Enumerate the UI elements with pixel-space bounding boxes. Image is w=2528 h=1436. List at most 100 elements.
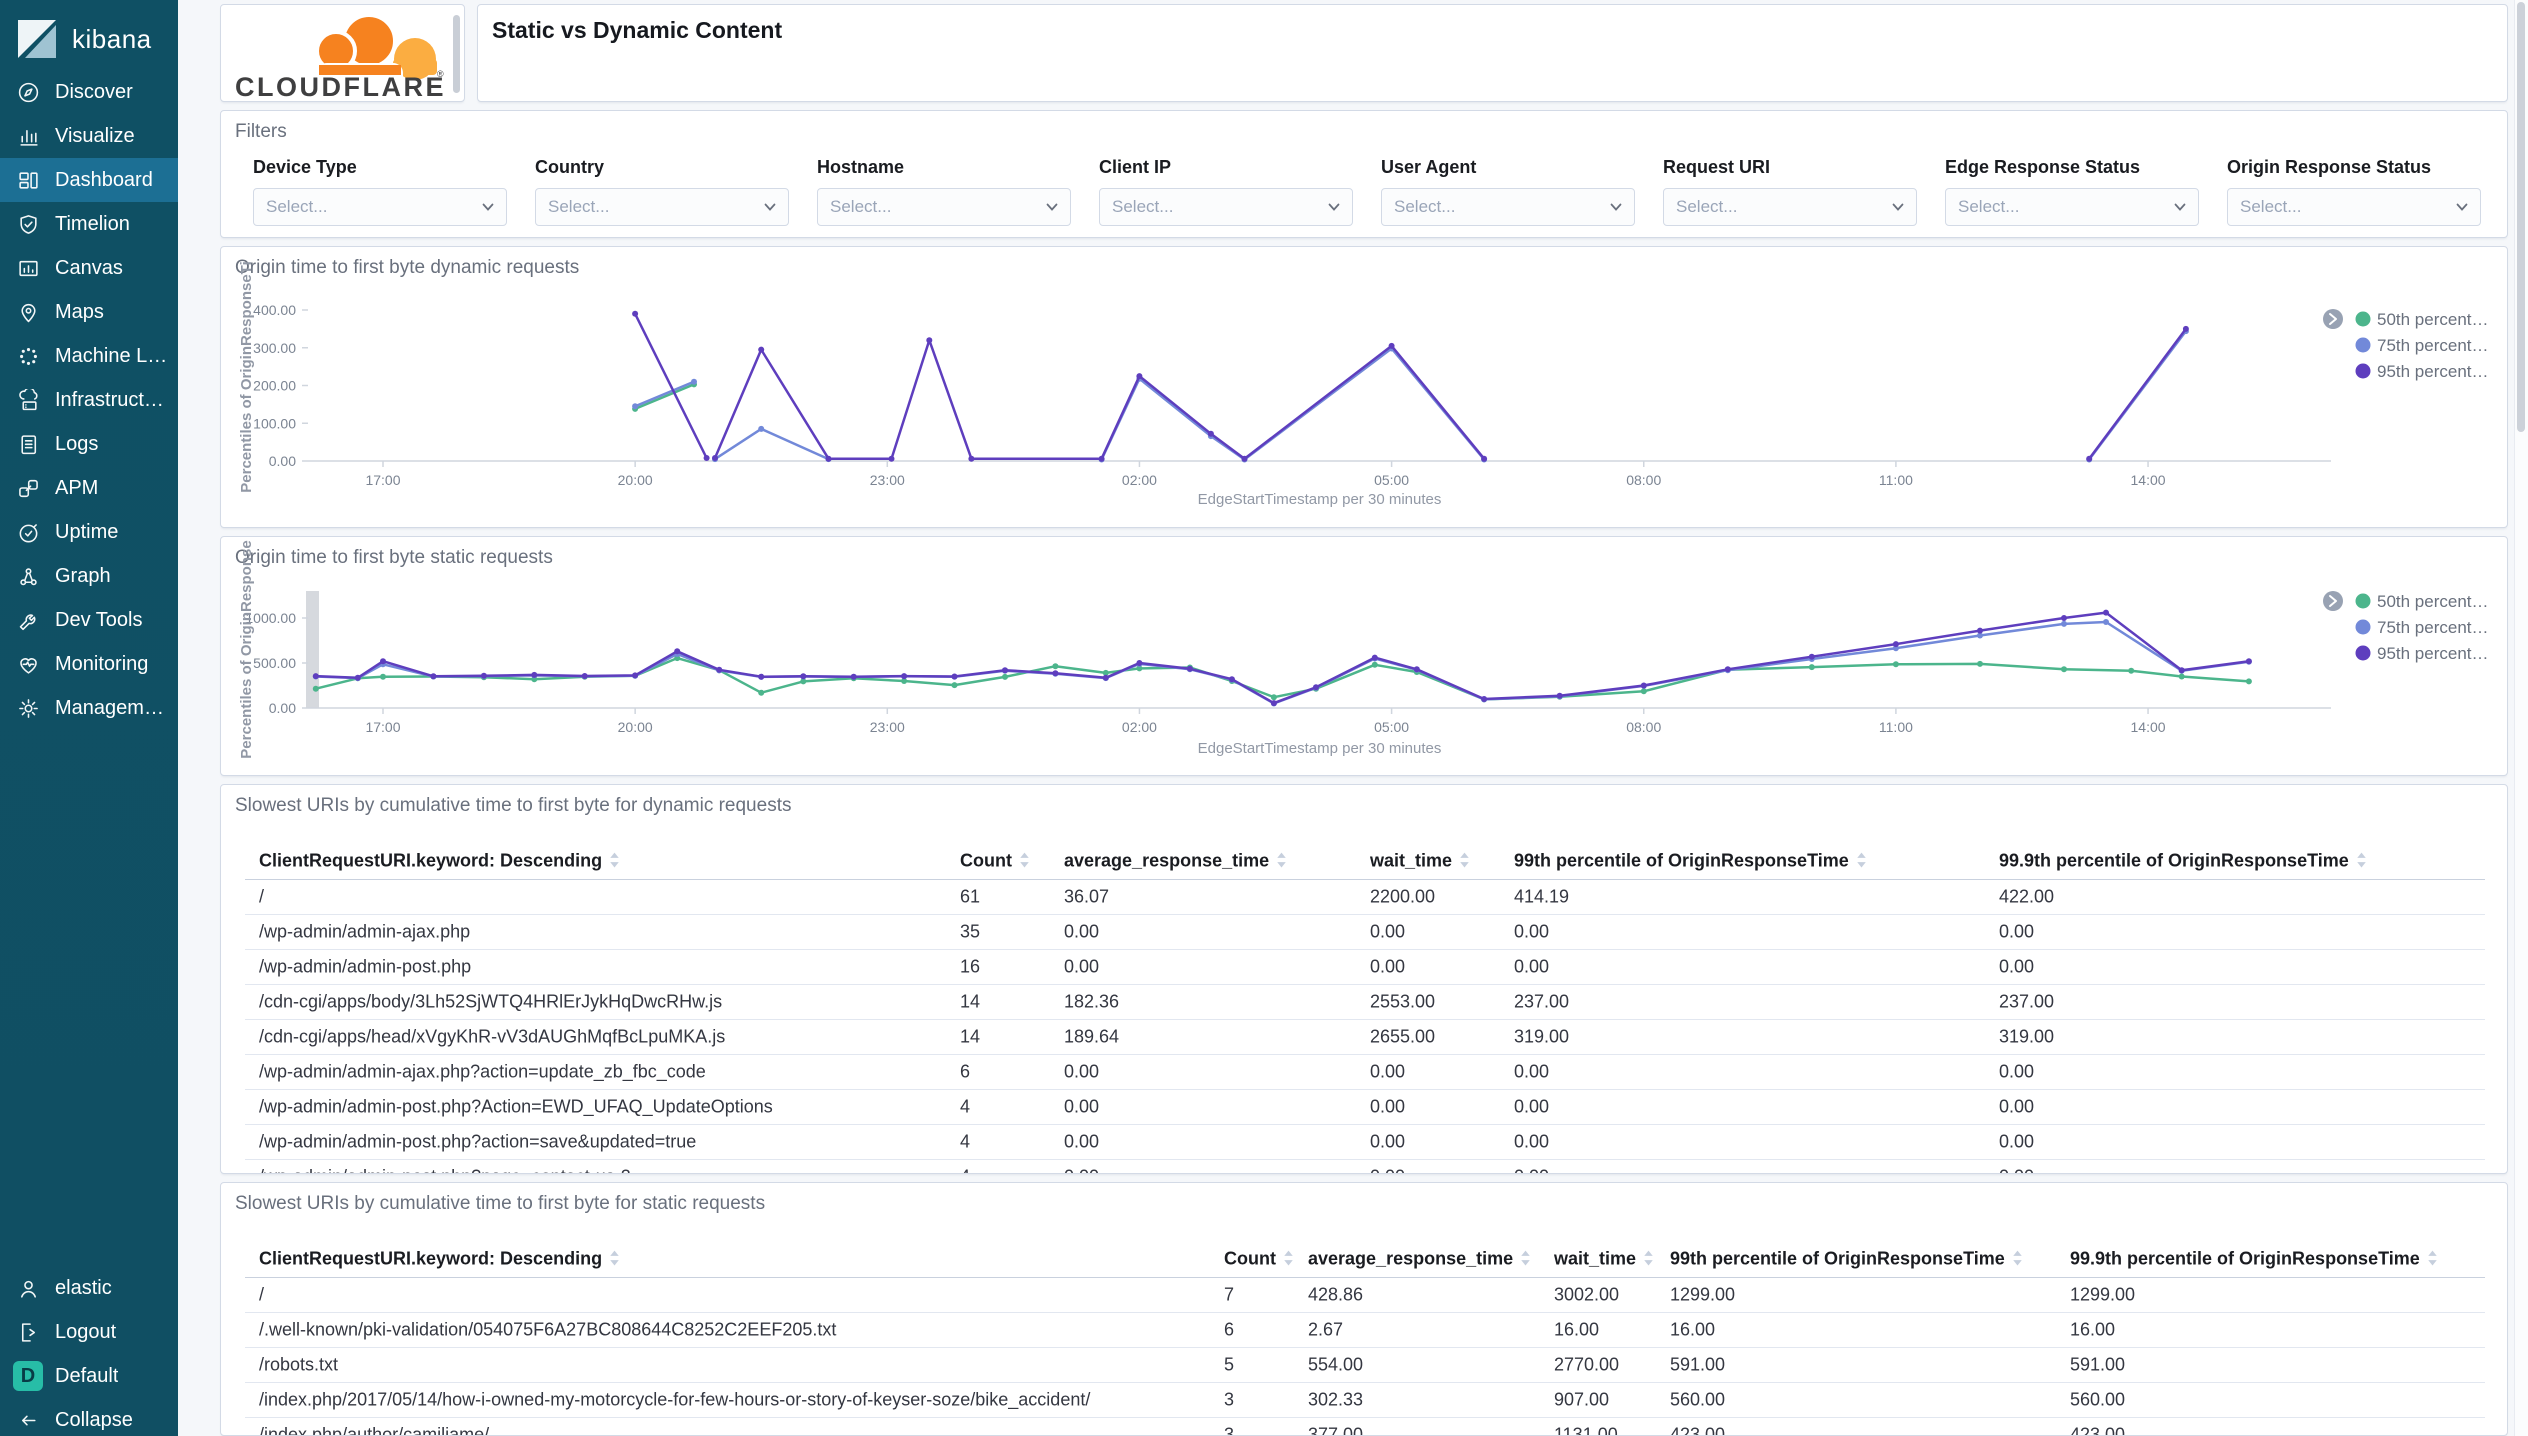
column-header-wait-time[interactable]: wait_time	[1370, 851, 1470, 872]
sidebar-item-uptime[interactable]: Uptime	[0, 510, 178, 554]
sidebar-item-timelion[interactable]: Timelion	[0, 202, 178, 246]
column-header-wait-time[interactable]: wait_time	[1554, 1249, 1654, 1270]
logo-panel-scrollbar[interactable]	[453, 15, 460, 93]
cell-value: 591.00	[2070, 1354, 2126, 1375]
legend-swatch	[2355, 311, 2371, 327]
cell-value: 907.00	[1554, 1389, 1610, 1410]
filter-select-edge-response-status[interactable]: Select...	[1945, 188, 2199, 226]
column-header-count[interactable]: Count	[960, 851, 1030, 872]
column-header-uri[interactable]: ClientRequestURI.keyword: Descending	[259, 851, 620, 872]
filter-select-origin-response-status[interactable]: Select...	[2227, 188, 2481, 226]
cell-uri: /cdn-cgi/apps/body/3Lh52SjWTQ4HRlErJykHq…	[259, 991, 723, 1012]
sidebar-item-dev-tools[interactable]: Dev Tools	[0, 598, 178, 642]
sidebar-item-label: Management	[55, 696, 168, 719]
cell-value: 0.00	[1999, 1131, 2035, 1152]
sort-icon	[1020, 852, 1029, 868]
cell-value: 0.00	[1370, 1167, 1405, 1174]
cell-value: 0.00	[1064, 1061, 1100, 1082]
sidebar-item-apm[interactable]: APM	[0, 466, 178, 510]
sidebar-item-logout[interactable]: Logout	[0, 1310, 178, 1354]
logout-icon	[21, 1322, 36, 1342]
table-row: / 7 428.86 3002.00 1299.00 1299.00	[245, 1278, 2485, 1313]
sidebar-item-machine-le[interactable]: Machine Le...	[0, 334, 178, 378]
cell-value: 0.00	[1370, 1131, 1406, 1152]
data-point	[632, 403, 639, 410]
sidebar-item-infrastructure[interactable]: Infrastructure	[0, 378, 178, 422]
chart-panel-dynamic-requests: Origin time to first byte dynamic reques…	[220, 246, 2508, 528]
filter-select-country[interactable]: Select...	[535, 188, 789, 226]
sidebar-item-graph[interactable]: Graph	[0, 554, 178, 598]
legend-item-p75[interactable]: 75th percent…	[2355, 618, 2489, 637]
select-placeholder: Select...	[1958, 197, 2020, 216]
sidebar-item-label: Maps	[55, 300, 104, 323]
column-header-99-9th-percentile-of-originresponsetime[interactable]: 99.9th percentile of OriginResponseTime	[1999, 851, 2367, 872]
filter-field-user-agent: User Agent Select...	[1381, 157, 1641, 226]
cell-value: 0.00	[1514, 1061, 1550, 1082]
filter-select-device-type[interactable]: Select...	[253, 188, 507, 226]
legend-item-p50[interactable]: 50th percent…	[2355, 592, 2489, 611]
chevron-down-icon	[1328, 203, 1340, 211]
sidebar-item-collapse[interactable]: Collapse	[0, 1398, 178, 1436]
column-header-average-response-time[interactable]: average_response_time	[1308, 1249, 1531, 1270]
sidebar-item-logs[interactable]: Logs	[0, 422, 178, 466]
cell-uri: /index.php/author/camiliame/	[259, 1424, 490, 1436]
sidebar-item-elastic[interactable]: elastic	[0, 1266, 178, 1310]
sidebar-item-label: Uptime	[55, 520, 119, 543]
page-scrollbar[interactable]	[2514, 0, 2528, 1436]
data-point	[951, 673, 958, 680]
sidebar-item-label: Canvas	[55, 256, 123, 279]
column-header-99th-percentile-of-originresponsetime[interactable]: 99th percentile of OriginResponseTime	[1514, 851, 1867, 872]
legend-label: 75th percent…	[2377, 618, 2489, 637]
sort-icon	[2013, 1250, 2022, 1266]
legend-toggle-button[interactable]	[2323, 591, 2343, 611]
sort-icon	[2357, 852, 2366, 868]
page-scrollbar-thumb[interactable]	[2517, 2, 2525, 432]
column-header-label: wait_time	[1370, 850, 1453, 871]
chart-canvas-static[interactable]: 0.00 500.00 1000.00 17:00 20:00 23:00 02:00 05:…	[221, 537, 2507, 775]
sidebar-item-canvas[interactable]: Canvas	[0, 246, 178, 290]
table-header-row: ClientRequestURI.keyword: Descending Coun…	[245, 843, 2485, 880]
column-header-label: 99th percentile of OriginResponseTime	[1670, 1248, 2005, 1269]
collapse-icon	[21, 1415, 36, 1425]
sidebar-item-dashboard[interactable]: Dashboard	[0, 158, 178, 202]
sidebar-item-discover[interactable]: Discover	[0, 70, 178, 114]
table-row: /index.php/2017/05/14/how-i-owned-my-mot…	[245, 1383, 2485, 1418]
filter-select-request-uri[interactable]: Select...	[1663, 188, 1917, 226]
legend-item-p95[interactable]: 95th percent…	[2355, 362, 2489, 381]
cell-uri: /wp-admin/admin-post.php?Action=EWD_UFAQ…	[259, 1096, 773, 1117]
cell-value: 4	[960, 1131, 971, 1152]
sidebar-item-monitoring[interactable]: Monitoring	[0, 642, 178, 686]
sort-icon	[1460, 852, 1469, 868]
data-point	[1977, 660, 1983, 667]
sidebar-item-label: Logs	[55, 432, 99, 455]
table-row: /index.php/author/camiliame/3 377.00 1131.…	[245, 1418, 2485, 1436]
column-header-average-response-time[interactable]: average_response_time	[1064, 851, 1287, 872]
legend-item-p95[interactable]: 95th percent…	[2355, 644, 2489, 663]
filter-select-client-ip[interactable]: Select...	[1099, 188, 1353, 226]
legend-toggle-button[interactable]	[2323, 309, 2343, 329]
chart-canvas-dynamic[interactable]: 0.00 100.00 200.00 300.00 400.00 17:00 20:00 23…	[221, 247, 2507, 527]
column-header-uri[interactable]: ClientRequestURI.keyword: Descending	[259, 1249, 620, 1270]
column-header-99th-percentile-of-originresponsetime[interactable]: 99th percentile of OriginResponseTime	[1670, 1249, 2023, 1270]
sort-icon	[1277, 852, 1286, 868]
legend-item-p50[interactable]: 50th percent…	[2355, 310, 2489, 329]
filter-label: Client IP	[1099, 157, 1172, 177]
sidebar-item-management[interactable]: Management	[0, 686, 178, 730]
column-header-count[interactable]: Count	[1224, 1249, 1294, 1270]
filter-select-user-agent[interactable]: Select...	[1381, 188, 1635, 226]
data-point	[2086, 455, 2093, 462]
sort-icon	[1521, 1250, 1530, 1266]
kibana-brand[interactable]: kibana	[0, 0, 178, 76]
y-tick-label: 100.00	[253, 415, 296, 431]
filter-select-hostname[interactable]: Select...	[817, 188, 1071, 226]
data-point	[380, 673, 386, 680]
cell-value: 1299.00	[1670, 1284, 1736, 1305]
cell-value: 0.00	[1999, 1096, 2035, 1117]
data-point	[926, 337, 933, 344]
sidebar-item-maps[interactable]: Maps	[0, 290, 178, 334]
sidebar-item-visualize[interactable]: Visualize	[0, 114, 178, 158]
column-header-99-9th-percentile-of-originresponsetime[interactable]: 99.9th percentile of OriginResponseTime	[2070, 1249, 2438, 1270]
cell-uri: /wp-admin/admin-post.php?action=save&upd…	[259, 1131, 697, 1152]
legend-item-p75[interactable]: 75th percent…	[2355, 336, 2489, 355]
sidebar-item-default[interactable]: D Default	[0, 1354, 178, 1398]
